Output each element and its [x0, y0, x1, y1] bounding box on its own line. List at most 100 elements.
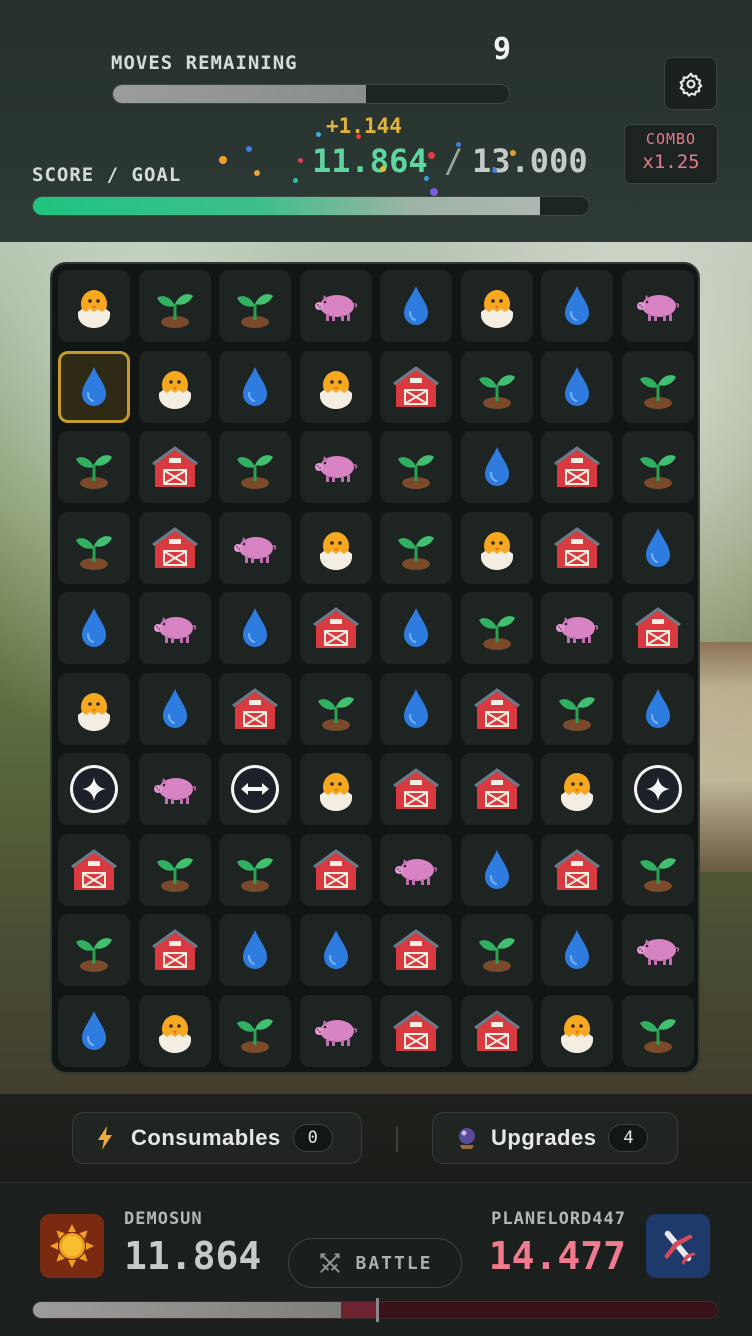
- board-tile-barn[interactable]: [460, 672, 533, 745]
- board-tile-barn[interactable]: [380, 914, 452, 986]
- board-tile-sparkle[interactable]: [621, 753, 694, 825]
- board-tile-drop[interactable]: [541, 350, 613, 423]
- board-tile-sprout[interactable]: [138, 270, 211, 342]
- board-tile-chick[interactable]: [460, 270, 533, 342]
- board-tile-barn[interactable]: [219, 672, 291, 745]
- board-tile-sprout[interactable]: [621, 994, 694, 1067]
- water-drop-icon: [484, 849, 509, 889]
- water-drop-icon: [645, 527, 670, 567]
- versus-score-bar: [32, 1301, 718, 1319]
- seedling-icon: [317, 696, 354, 731]
- board-tile-drop[interactable]: [58, 592, 130, 664]
- moves-progress-fill: [113, 85, 367, 103]
- board-tile-drop[interactable]: [380, 592, 452, 664]
- board-tile-chick[interactable]: [138, 350, 211, 423]
- board-tile-barn[interactable]: [541, 431, 613, 503]
- consumables-label: Consumables: [131, 1125, 281, 1150]
- upgrades-button[interactable]: Upgrades 4: [432, 1112, 678, 1164]
- board-tile-drop[interactable]: [460, 431, 533, 503]
- board-tile-chick[interactable]: [58, 270, 130, 342]
- board-tile-drop[interactable]: [58, 994, 130, 1067]
- player-score: 11.864: [124, 1234, 262, 1278]
- board-tile-chick[interactable]: [138, 994, 211, 1067]
- board-tile-pig[interactable]: [299, 994, 372, 1067]
- board-tile-sprout[interactable]: [621, 350, 694, 423]
- board-tile-barn[interactable]: [460, 994, 533, 1067]
- board-tile-pig[interactable]: [541, 592, 613, 664]
- board-tile-barn[interactable]: [380, 753, 452, 825]
- board-tile-sprout[interactable]: [460, 592, 533, 664]
- board-tile-drop[interactable]: [541, 914, 613, 986]
- board-tile-sprout[interactable]: [58, 431, 130, 503]
- crossed-swords-icon: [320, 1253, 341, 1273]
- board-tile-chick[interactable]: [460, 511, 533, 584]
- board-tile-sprout[interactable]: [460, 350, 533, 423]
- board-tile-sprout[interactable]: [460, 914, 533, 986]
- board-tile-sprout[interactable]: [219, 994, 291, 1067]
- battle-button[interactable]: BATTLE: [288, 1238, 462, 1288]
- board-tile-drop[interactable]: [219, 350, 291, 423]
- board-tile-barn[interactable]: [380, 350, 452, 423]
- board-tile-chick[interactable]: [541, 753, 613, 825]
- board-tile-drop[interactable]: [541, 270, 613, 342]
- board-tile-barn[interactable]: [541, 511, 613, 584]
- water-drop-icon: [243, 608, 267, 647]
- board-tile-pig[interactable]: [380, 833, 452, 906]
- board-tile-drop[interactable]: [299, 914, 372, 986]
- board-tile-sprout[interactable]: [219, 431, 291, 503]
- board-tile-drop[interactable]: [621, 511, 694, 584]
- board-tile-pig[interactable]: [219, 511, 291, 584]
- confetti-particle: [430, 188, 438, 196]
- confetti-particle: [380, 166, 386, 172]
- board-tile-chick[interactable]: [299, 753, 372, 825]
- board-tile-drop[interactable]: [460, 833, 533, 906]
- board-tile-pig[interactable]: [621, 270, 694, 342]
- board-tile-pig[interactable]: [299, 270, 372, 342]
- board-tile-barn[interactable]: [621, 592, 694, 664]
- board-tile-sparkle[interactable]: [58, 753, 130, 825]
- barn-icon: [312, 607, 359, 648]
- board-tile-pig[interactable]: [138, 753, 211, 825]
- board-tile-barn[interactable]: [138, 914, 211, 986]
- board-tile-sprout[interactable]: [299, 672, 372, 745]
- board-tile-barn[interactable]: [138, 431, 211, 503]
- confetti-particle: [293, 178, 298, 183]
- moves-remaining-value: 9: [492, 32, 512, 67]
- board-tile-pig[interactable]: [621, 914, 694, 986]
- board-tile-drop[interactable]: [138, 672, 211, 745]
- board-tile-drop[interactable]: [380, 672, 452, 745]
- board-tile-sprout[interactable]: [58, 511, 130, 584]
- consumables-button[interactable]: Consumables 0: [72, 1112, 362, 1164]
- board-tile-sprout[interactable]: [380, 511, 452, 584]
- board-tile-drop[interactable]: [219, 592, 291, 664]
- water-drop-icon: [404, 286, 428, 325]
- board-tile-barn[interactable]: [541, 833, 613, 906]
- board-tile-swap[interactable]: [219, 753, 291, 825]
- board-tile-sprout[interactable]: [380, 431, 452, 503]
- board-tile-pig[interactable]: [299, 431, 372, 503]
- board-tile-sprout[interactable]: [138, 833, 211, 906]
- board-tile-barn[interactable]: [380, 994, 452, 1067]
- board-tile-sprout[interactable]: [621, 833, 694, 906]
- board-tile-barn[interactable]: [58, 833, 130, 906]
- board-tile-chick[interactable]: [299, 350, 372, 423]
- settings-button[interactable]: [664, 57, 717, 110]
- board-tile-drop[interactable]: [58, 350, 130, 423]
- board-tile-barn[interactable]: [299, 592, 372, 664]
- board-tile-chick[interactable]: [541, 994, 613, 1067]
- confetti-particle: [254, 170, 260, 176]
- board-tile-drop[interactable]: [621, 672, 694, 745]
- board-tile-sprout[interactable]: [621, 431, 694, 503]
- board-tile-barn[interactable]: [138, 511, 211, 584]
- board-tile-barn[interactable]: [299, 833, 372, 906]
- board-tile-sprout[interactable]: [219, 270, 291, 342]
- board-tile-sprout[interactable]: [219, 833, 291, 906]
- board-tile-drop[interactable]: [219, 914, 291, 986]
- board-tile-sprout[interactable]: [58, 914, 130, 986]
- board-tile-chick[interactable]: [299, 511, 372, 584]
- board-tile-pig[interactable]: [138, 592, 211, 664]
- board-tile-chick[interactable]: [58, 672, 130, 745]
- board-tile-sprout[interactable]: [541, 672, 613, 745]
- board-tile-barn[interactable]: [460, 753, 533, 825]
- board-tile-drop[interactable]: [380, 270, 452, 342]
